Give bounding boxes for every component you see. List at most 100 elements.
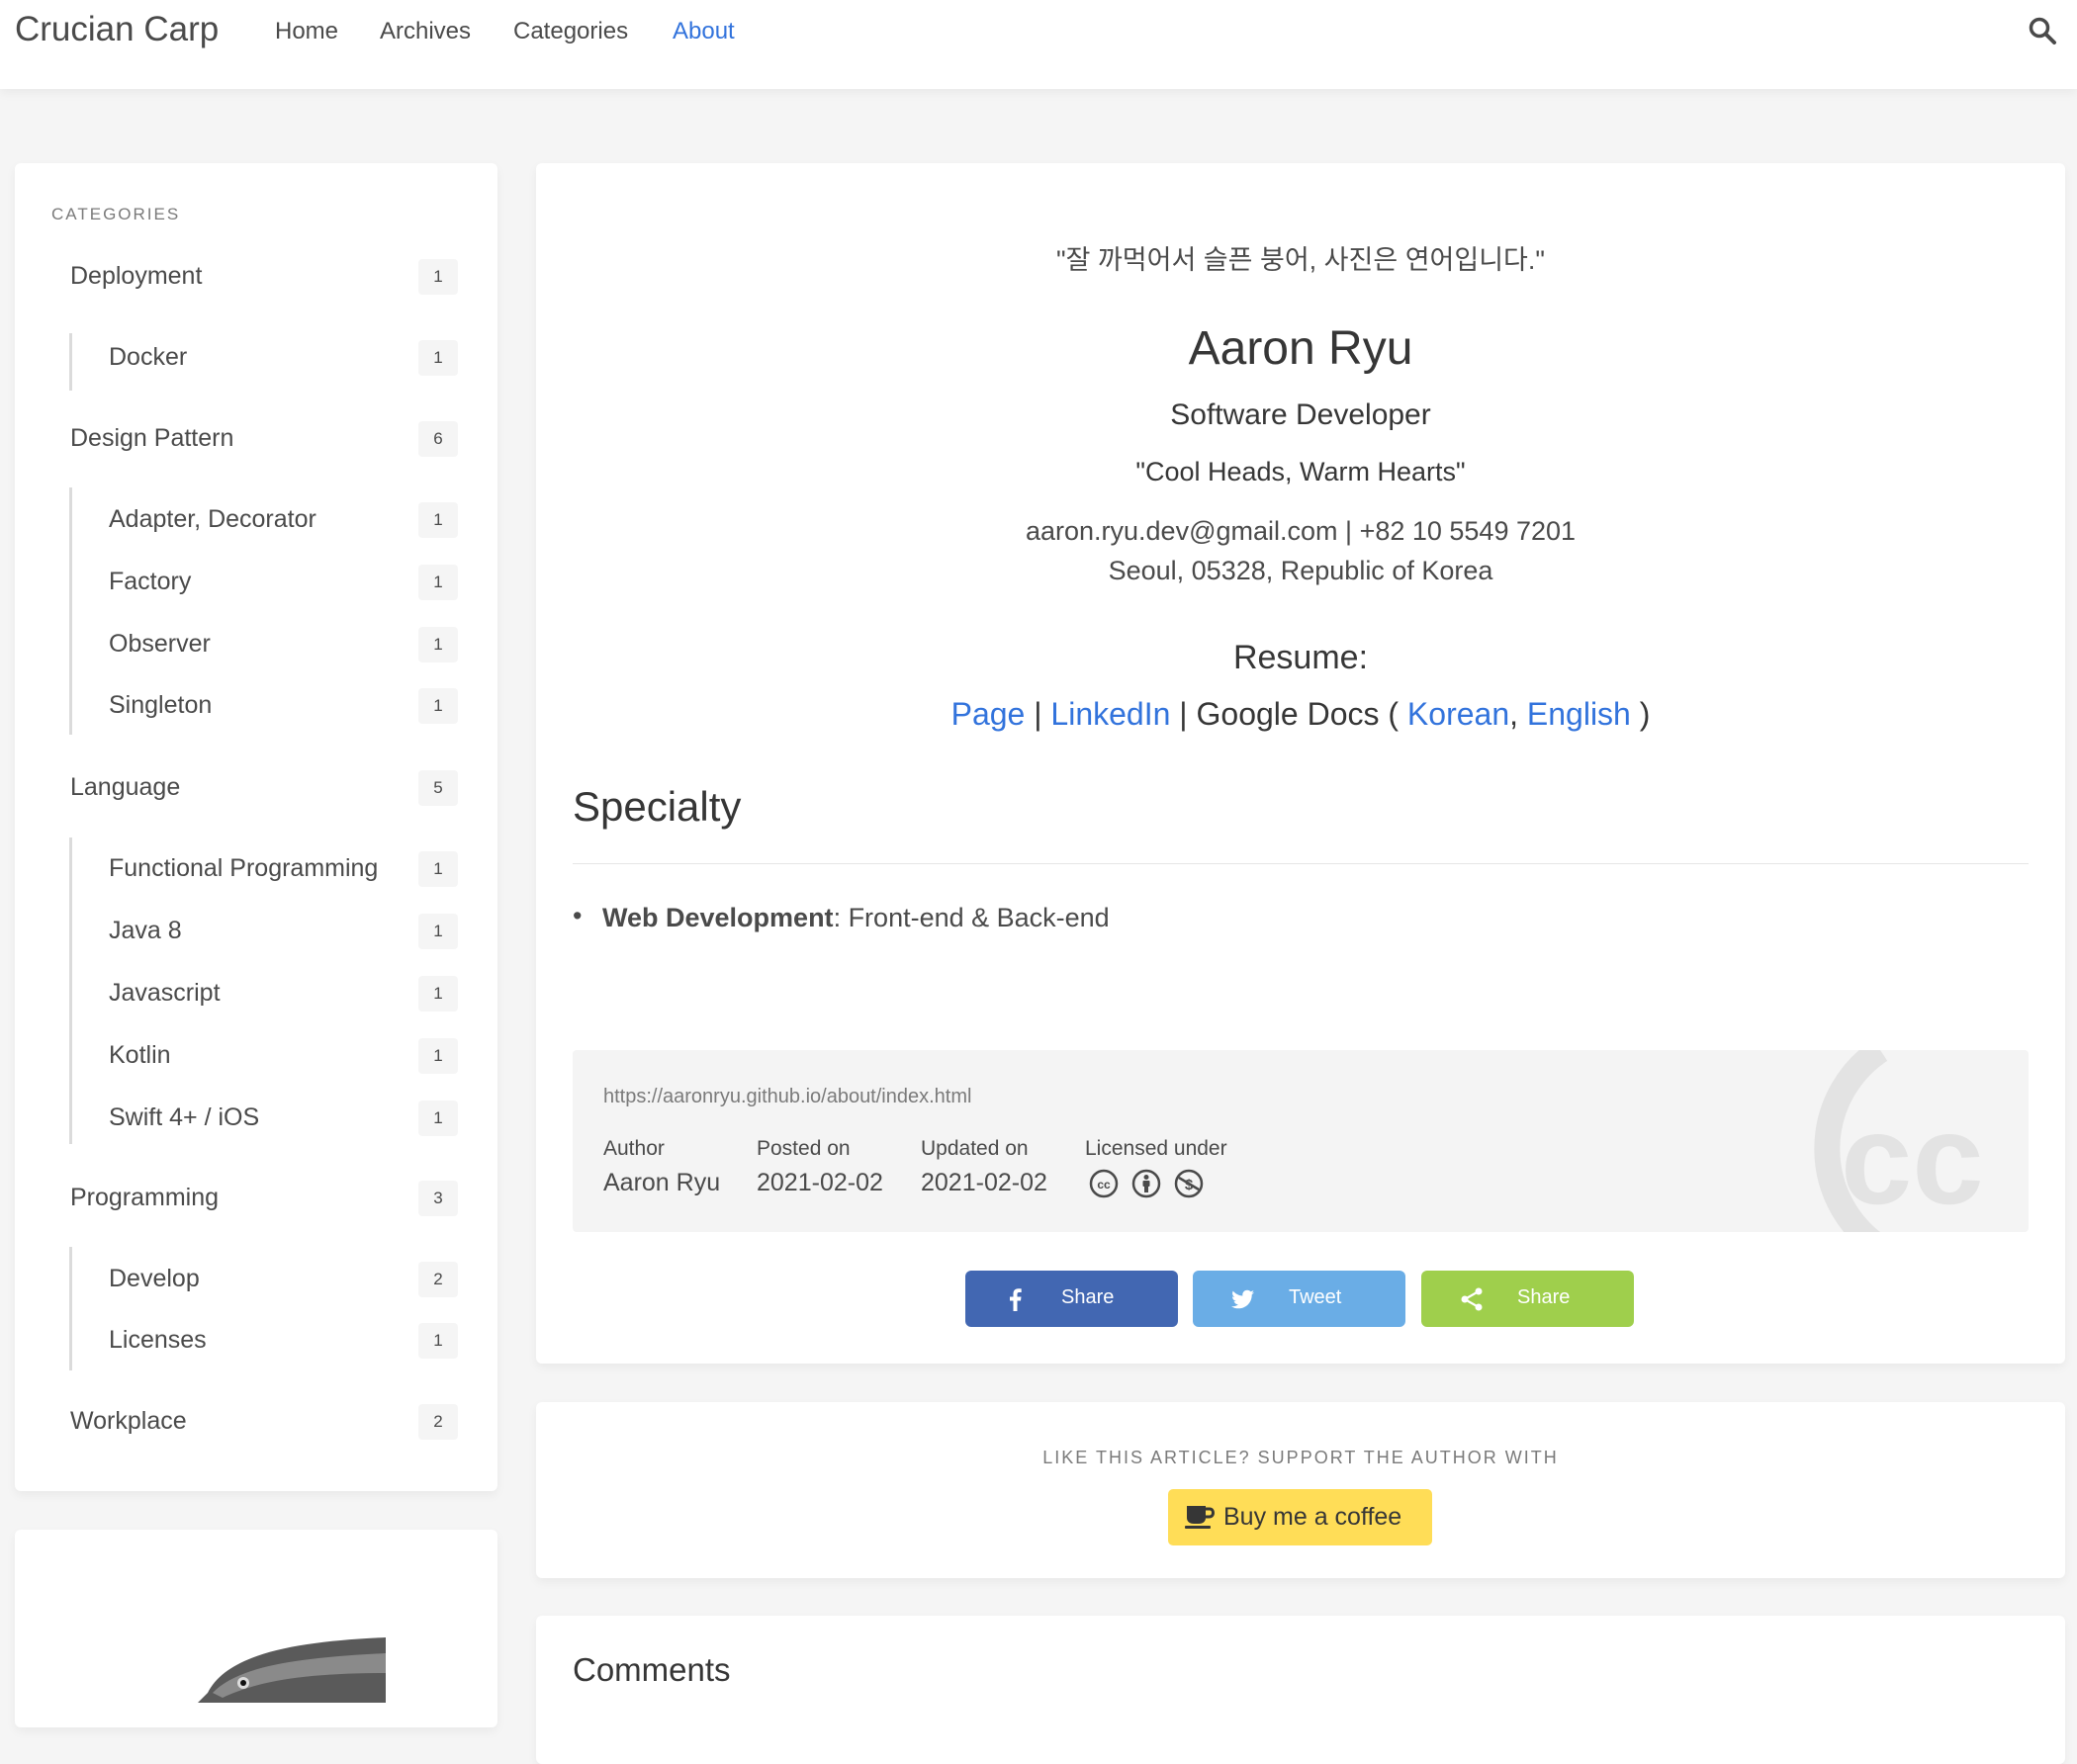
cc-icon[interactable]: cc	[1089, 1169, 1119, 1198]
category-count: 2	[418, 1404, 458, 1440]
brand-logo[interactable]: Crucian Carp	[15, 10, 219, 49]
svg-text:cc: cc	[1097, 1178, 1111, 1191]
specialty-item: Web Development: Front-end & Back-end	[573, 901, 1110, 933]
category-design-pattern[interactable]: Design Pattern 6	[70, 419, 458, 459]
resume-linkedin-link[interactable]: LinkedIn	[1050, 696, 1170, 732]
category-label: Programming	[70, 1184, 220, 1211]
nav-about[interactable]: About	[673, 18, 735, 45]
category-label: Design Pattern	[70, 424, 234, 452]
profile-image-widget	[15, 1530, 497, 1727]
search-icon[interactable]	[2028, 16, 2057, 45]
category-count: 1	[418, 1323, 458, 1359]
meta-value: 2021-02-02	[757, 1169, 883, 1196]
category-singleton[interactable]: Singleton 1	[109, 686, 458, 726]
category-observer[interactable]: Observer 1	[109, 625, 458, 664]
separator: |	[1345, 516, 1353, 546]
google-docs-label: Google Docs	[1196, 696, 1380, 732]
category-label: Deployment	[70, 262, 203, 290]
buy-me-a-coffee-button[interactable]: Buy me a coffee	[1168, 1489, 1432, 1545]
specialty-item-title: Web Development	[602, 903, 834, 932]
facebook-share-button[interactable]: Share	[965, 1271, 1178, 1327]
category-workplace[interactable]: Workplace 2	[70, 1402, 458, 1442]
paren-open: (	[1388, 696, 1400, 732]
coffee-cup-icon	[1185, 1506, 1216, 1529]
cc-watermark-icon: cc	[1814, 1050, 1984, 1232]
category-label: Javascript	[109, 979, 221, 1007]
support-card: LIKE THIS ARTICLE? SUPPORT THE AUTHOR WI…	[536, 1402, 2065, 1578]
specialty-item-text: : Front-end & Back-end	[833, 903, 1110, 932]
twitter-share-button[interactable]: Tweet	[1193, 1271, 1405, 1327]
specialty-heading: Specialty	[573, 783, 742, 830]
separator: |	[1179, 696, 1188, 732]
svg-text:cc: cc	[1841, 1087, 1984, 1231]
nav-categories[interactable]: Categories	[513, 18, 628, 45]
salmon-photo	[198, 1637, 386, 1703]
category-label: Swift 4+ / iOS	[109, 1103, 260, 1131]
meta-value: Aaron Ryu	[603, 1169, 721, 1196]
category-label: Functional Programming	[109, 854, 379, 882]
category-develop[interactable]: Develop 2	[109, 1260, 458, 1299]
resume-korean-link[interactable]: Korean	[1407, 696, 1509, 732]
category-tree-line	[69, 838, 72, 1144]
category-label: Observer	[109, 630, 211, 658]
category-count: 1	[418, 688, 458, 724]
comments-card: Comments	[536, 1616, 2065, 1764]
meta-license: Licensed under cc $	[1085, 1137, 1227, 1200]
category-language[interactable]: Language 5	[70, 768, 458, 808]
category-programming[interactable]: Programming 3	[70, 1179, 458, 1218]
address-text: Seoul, 05328, Republic of Korea	[1108, 556, 1493, 585]
facebook-icon	[1010, 1288, 1022, 1311]
category-javascript[interactable]: Javascript 1	[109, 974, 458, 1014]
contact-line: aaron.ryu.dev@gmail.com | +82 10 5549 72…	[536, 516, 2065, 547]
divider	[573, 863, 2029, 864]
korean-quote: "잘 까먹어서 슬픈 붕어, 사진은 연어입니다."	[1056, 245, 1545, 275]
resume-links: Page | LinkedIn | Google Docs ( Korean, …	[536, 696, 2065, 733]
navbar: Crucian Carp Home Archives Categories Ab…	[0, 0, 2077, 89]
license-box: cc https://aaronryu.github.io/about/inde…	[573, 1050, 2029, 1232]
by-icon[interactable]	[1131, 1169, 1161, 1198]
categories-widget: CATEGORIES Deployment 1 Docker 1 Design …	[15, 163, 497, 1491]
profile-motto: "Cool Heads, Warm Hearts"	[1135, 457, 1466, 486]
nav-home[interactable]: Home	[275, 18, 338, 45]
meta-value: 2021-02-02	[921, 1169, 1047, 1196]
category-docker[interactable]: Docker 1	[109, 338, 458, 378]
sharethis-share-label: Share	[1517, 1286, 1571, 1308]
coffee-button-label: Buy me a coffee	[1223, 1503, 1402, 1531]
category-kotlin[interactable]: Kotlin 1	[109, 1036, 458, 1076]
category-tree-line	[69, 1247, 72, 1370]
resume-english-link[interactable]: English	[1527, 696, 1631, 732]
phone-text: +82 10 5549 7201	[1359, 516, 1577, 546]
twitter-icon	[1231, 1289, 1254, 1309]
twitter-share-label: Tweet	[1289, 1286, 1342, 1308]
category-label: Workplace	[70, 1407, 187, 1435]
category-deployment[interactable]: Deployment 1	[70, 257, 458, 297]
category-count: 6	[418, 421, 458, 457]
category-factory[interactable]: Factory 1	[109, 563, 458, 602]
sharethis-share-button[interactable]: Share	[1421, 1271, 1634, 1327]
nc-icon[interactable]: $	[1174, 1169, 1204, 1198]
meta-key: Posted on	[757, 1137, 851, 1160]
meta-author: Author Aaron Ryu	[603, 1137, 720, 1197]
share-icon	[1461, 1287, 1483, 1311]
article-url[interactable]: https://aaronryu.github.io/about/index.h…	[603, 1086, 971, 1108]
separator: |	[1034, 696, 1042, 732]
paren-close: )	[1639, 696, 1651, 732]
category-tree-line	[69, 487, 72, 735]
category-count: 1	[418, 976, 458, 1012]
category-label: Develop	[109, 1265, 200, 1292]
category-swift-ios[interactable]: Swift 4+ / iOS 1	[109, 1099, 458, 1138]
category-licenses[interactable]: Licenses 1	[109, 1321, 458, 1361]
category-adapter-decorator[interactable]: Adapter, Decorator 1	[109, 500, 458, 540]
profile-name: Aaron Ryu	[1188, 322, 1413, 375]
comma: ,	[1509, 696, 1518, 732]
meta-key: Updated on	[921, 1137, 1029, 1160]
category-count: 1	[418, 1101, 458, 1136]
category-label: Kotlin	[109, 1041, 171, 1069]
resume-heading: Resume:	[1232, 639, 1369, 676]
meta-key: Licensed under	[1085, 1137, 1227, 1160]
resume-page-link[interactable]: Page	[951, 696, 1026, 732]
profile-role: Software Developer	[1170, 398, 1431, 431]
nav-archives[interactable]: Archives	[380, 18, 471, 45]
category-functional-programming[interactable]: Functional Programming 1	[109, 849, 458, 889]
category-java-8[interactable]: Java 8 1	[109, 912, 458, 951]
